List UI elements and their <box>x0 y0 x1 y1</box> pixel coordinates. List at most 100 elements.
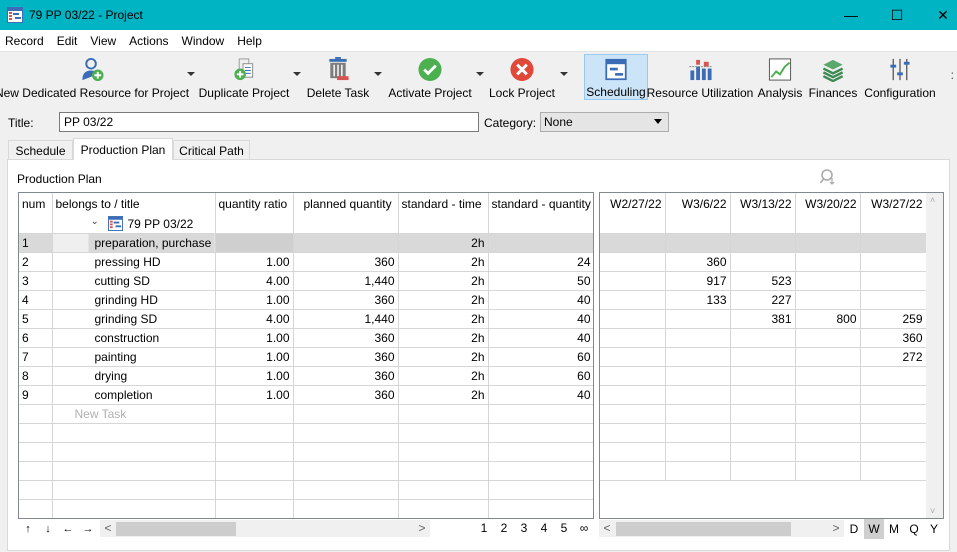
task-quantity-ratio[interactable]: 1.00 <box>215 252 294 272</box>
task-standard-time[interactable]: 2h <box>398 347 489 367</box>
scale-week[interactable]: W <box>864 519 884 539</box>
week-quantity-cell[interactable] <box>600 252 666 272</box>
find-icon[interactable] <box>819 168 837 186</box>
expand-chevron-icon[interactable]: ⌄ <box>91 216 99 227</box>
task-row[interactable]: 1 preparation, purchase 2h <box>19 233 593 253</box>
task-standard-quantity[interactable]: 60 <box>488 366 593 386</box>
task-standard-quantity[interactable]: 40 <box>488 309 593 329</box>
scroll-up-icon[interactable]: ˄ <box>930 195 935 205</box>
activate-project-button[interactable]: Activate Project <box>388 54 472 100</box>
week-quantity-cell[interactable] <box>730 366 796 386</box>
week-quantity-cell[interactable] <box>600 233 666 253</box>
week-header[interactable]: W3/27/22 <box>860 193 927 214</box>
delete-task-dropdown[interactable] <box>374 72 382 76</box>
delete-task-button[interactable]: Delete Task <box>305 54 371 100</box>
left-scroll-thumb[interactable] <box>116 522 236 536</box>
activate-project-dropdown[interactable] <box>476 72 484 76</box>
new-dedicated-resource-dropdown[interactable] <box>187 72 195 76</box>
duplicate-project-button[interactable]: Duplicate Project <box>199 54 289 100</box>
task-standard-quantity[interactable]: 24 <box>488 252 593 272</box>
minimize-button[interactable]: — <box>828 0 874 30</box>
task-quantity-ratio[interactable]: 1.00 <box>215 290 294 310</box>
week-quantity-cell[interactable] <box>795 366 861 386</box>
task-title[interactable]: grinding HD <box>52 290 216 310</box>
task-standard-quantity[interactable]: 60 <box>488 347 593 367</box>
task-row[interactable]: 7 painting 1.00 360 2h 60 <box>19 347 593 367</box>
column-header-planned-quantity[interactable]: planned quantity <box>293 193 399 214</box>
task-planned-quantity[interactable]: 360 <box>293 290 399 310</box>
week-quantity-cell[interactable] <box>600 385 666 405</box>
week-quantity-cell[interactable] <box>860 233 927 253</box>
column-header-quantity-ratio[interactable]: quantity ratio <box>215 193 294 214</box>
page-2[interactable]: 2 <box>494 521 514 535</box>
week-quantity-cell[interactable]: 800 <box>795 309 861 329</box>
task-num[interactable]: 2 <box>19 252 53 272</box>
task-num[interactable]: 8 <box>19 366 53 386</box>
task-standard-time[interactable]: 2h <box>398 271 489 291</box>
column-header-title[interactable]: belongs to / title <box>52 193 216 214</box>
category-select[interactable]: None <box>540 112 669 132</box>
page-5[interactable]: 5 <box>554 521 574 535</box>
task-num[interactable]: 4 <box>19 290 53 310</box>
week-quantity-cell[interactable] <box>730 233 796 253</box>
task-quantity-ratio[interactable]: 4.00 <box>215 309 294 329</box>
week-quantity-cell[interactable] <box>860 290 927 310</box>
toolbar-overflow-button[interactable]: : <box>951 68 954 82</box>
task-planned-quantity[interactable]: 360 <box>293 347 399 367</box>
task-num[interactable]: 3 <box>19 271 53 291</box>
task-standard-time[interactable]: 2h <box>398 385 489 405</box>
resource-utilization-button[interactable]: Resource Utilization <box>647 54 753 100</box>
week-quantity-cell[interactable]: 272 <box>860 347 927 367</box>
column-header-standard-quantity[interactable]: standard - quantity <box>488 193 593 214</box>
task-row[interactable]: 5 grinding SD 4.00 1,440 2h 40 <box>19 309 593 329</box>
week-quantity-cell[interactable] <box>600 309 666 329</box>
scale-day[interactable]: D <box>844 519 864 539</box>
title-input[interactable]: PP 03/22 <box>59 112 479 132</box>
week-quantity-cell[interactable]: 917 <box>665 271 731 291</box>
week-quantity-cell[interactable]: 523 <box>730 271 796 291</box>
move-down-arrow[interactable]: ↓ <box>38 523 58 535</box>
task-planned-quantity[interactable]: 360 <box>293 328 399 348</box>
task-quantity-ratio[interactable]: 4.00 <box>215 271 294 291</box>
close-button[interactable]: ✕ <box>920 0 957 30</box>
task-quantity-ratio[interactable]: 1.00 <box>215 347 294 367</box>
week-quantity-cell[interactable]: 360 <box>860 328 927 348</box>
week-header[interactable]: W3/6/22 <box>665 193 731 214</box>
week-quantity-cell[interactable] <box>600 328 666 348</box>
task-num[interactable]: 1 <box>19 233 53 253</box>
configuration-button[interactable]: Configuration <box>864 54 936 100</box>
task-num[interactable]: 5 <box>19 309 53 329</box>
week-quantity-cell[interactable] <box>600 271 666 291</box>
task-standard-quantity[interactable]: 40 <box>488 328 593 348</box>
task-standard-time[interactable]: 2h <box>398 290 489 310</box>
tab-critical-path[interactable]: Critical Path <box>173 140 250 160</box>
right-vertical-scrollbar[interactable]: ˄ ˅ <box>926 193 943 518</box>
project-row[interactable]: ⌄ 79 PP 03/22 <box>19 214 593 234</box>
week-quantity-cell[interactable]: 133 <box>665 290 731 310</box>
task-title[interactable]: pressing HD <box>52 252 216 272</box>
week-quantity-cell[interactable] <box>665 385 731 405</box>
week-quantity-cell[interactable] <box>795 290 861 310</box>
week-quantity-cell[interactable] <box>795 233 861 253</box>
task-quantity-ratio[interactable] <box>215 233 294 253</box>
task-standard-quantity[interactable] <box>488 233 593 253</box>
task-row[interactable]: 8 drying 1.00 360 2h 60 <box>19 366 593 386</box>
task-planned-quantity[interactable] <box>293 233 399 253</box>
tab-production-plan[interactable]: Production Plan <box>73 138 173 160</box>
lock-project-dropdown[interactable] <box>560 72 568 76</box>
menu-view[interactable]: View <box>84 34 122 48</box>
page-1[interactable]: 1 <box>474 521 494 535</box>
scale-year[interactable]: Y <box>924 519 944 539</box>
menu-edit[interactable]: Edit <box>51 34 84 48</box>
task-row[interactable]: 4 grinding HD 1.00 360 2h 40 <box>19 290 593 310</box>
new-task-input[interactable]: New Task <box>52 404 216 424</box>
task-num[interactable]: 6 <box>19 328 53 348</box>
menu-window[interactable]: Window <box>176 34 231 48</box>
task-title[interactable]: construction <box>52 328 216 348</box>
week-quantity-cell[interactable] <box>600 347 666 367</box>
task-standard-time[interactable]: 2h <box>398 233 489 253</box>
week-quantity-cell[interactable] <box>665 233 731 253</box>
right-horizontal-scrollbar[interactable]: < > <box>599 520 844 537</box>
week-quantity-cell[interactable] <box>665 347 731 367</box>
week-quantity-cell[interactable] <box>795 328 861 348</box>
